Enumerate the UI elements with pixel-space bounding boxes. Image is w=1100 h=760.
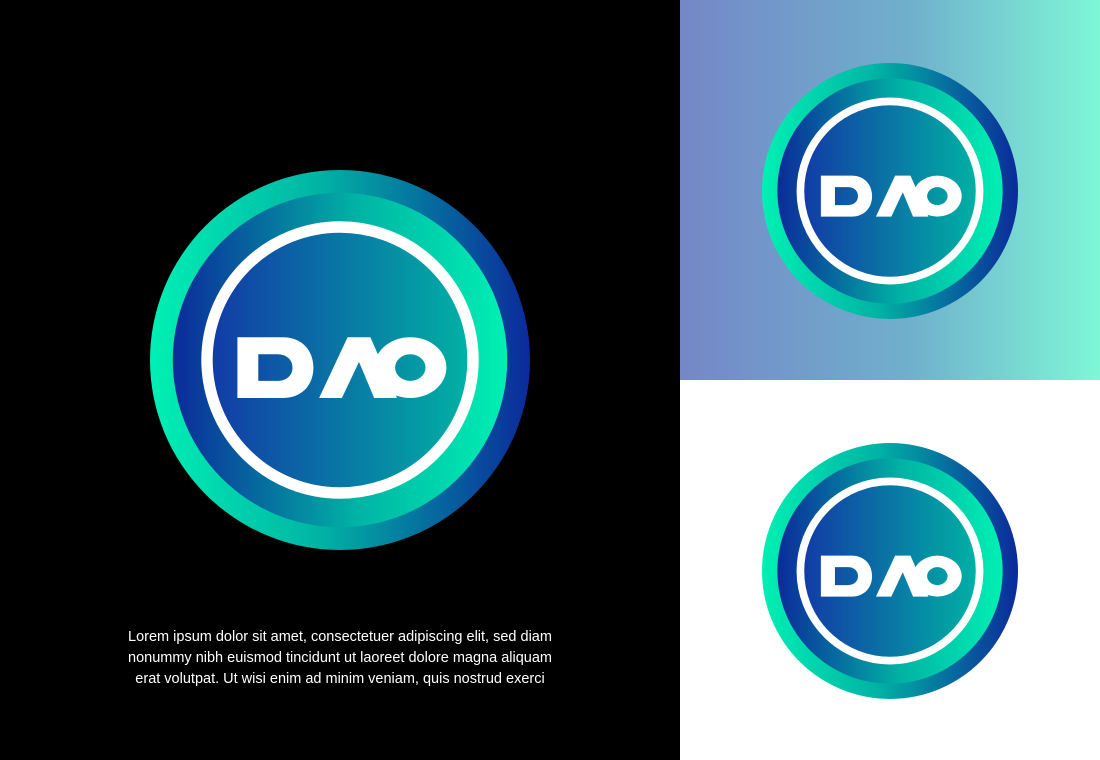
caption-line: nonummy nibh euismod tincidunt ut laoree… (128, 650, 552, 666)
caption-line: Lorem ipsum dolor sit amet, consectetuer… (128, 629, 552, 645)
dao-logo-on-white (762, 443, 1018, 699)
dao-logo-main (150, 170, 530, 550)
caption-text: Lorem ipsum dolor sit amet, consectetuer… (60, 627, 620, 690)
caption-line: erat volutpat. Ut wisi enim ad minim ven… (135, 671, 545, 687)
dao-logo-on-gradient (762, 63, 1018, 319)
